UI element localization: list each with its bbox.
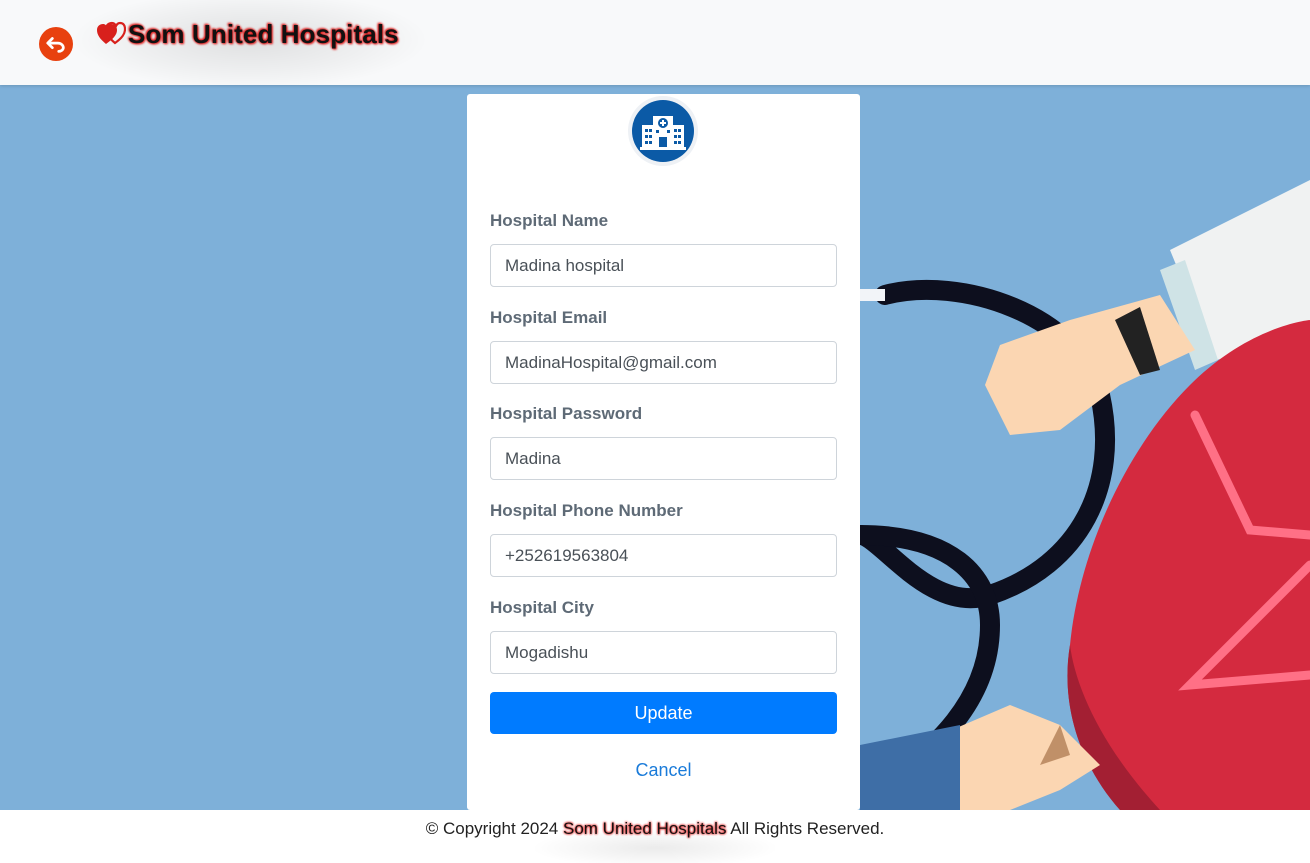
brand[interactable]: Som United Hospitals	[92, 12, 409, 56]
hospital-password-input[interactable]	[490, 437, 837, 480]
update-button[interactable]: Update	[490, 692, 837, 734]
hospital-logo	[625, 97, 701, 165]
copyright-text: © Copyright 2024 Som United Hospitals Al…	[0, 819, 1310, 839]
copyright-suffix: All Rights Reserved.	[730, 819, 885, 838]
hospital-city-input[interactable]	[490, 631, 837, 674]
hospital-logo-circle	[632, 100, 694, 162]
hospital-city-label: Hospital City	[490, 598, 594, 617]
hospital-name-label: Hospital Name	[490, 211, 609, 230]
copyright-prefix: © Copyright 2024	[425, 819, 559, 838]
hospital-email-label: Hospital Email	[490, 308, 608, 327]
cancel-link[interactable]: Cancel	[467, 760, 860, 781]
footer: © Copyright 2024 Som United Hospitals Al…	[0, 810, 1310, 863]
hospital-password-label: Hospital Password	[490, 404, 643, 423]
brand-name: Som United Hospitals	[128, 18, 399, 49]
hearts-logo-icon	[97, 21, 126, 45]
top-navbar: Som United Hospitals	[0, 0, 1310, 90]
hospital-building-icon	[640, 116, 686, 150]
hospital-phone-input[interactable]	[490, 534, 837, 577]
edit-hospital-card: Hospital Name Hospital Email Hospital Pa…	[467, 94, 860, 810]
back-arrow-icon	[46, 37, 65, 53]
hospital-email-input[interactable]	[490, 341, 837, 384]
back-button[interactable]	[39, 27, 73, 61]
hospital-name-input[interactable]	[490, 244, 837, 287]
footer-brand-name: Som United Hospitals	[563, 819, 727, 838]
hospital-phone-label: Hospital Phone Number	[490, 501, 683, 520]
